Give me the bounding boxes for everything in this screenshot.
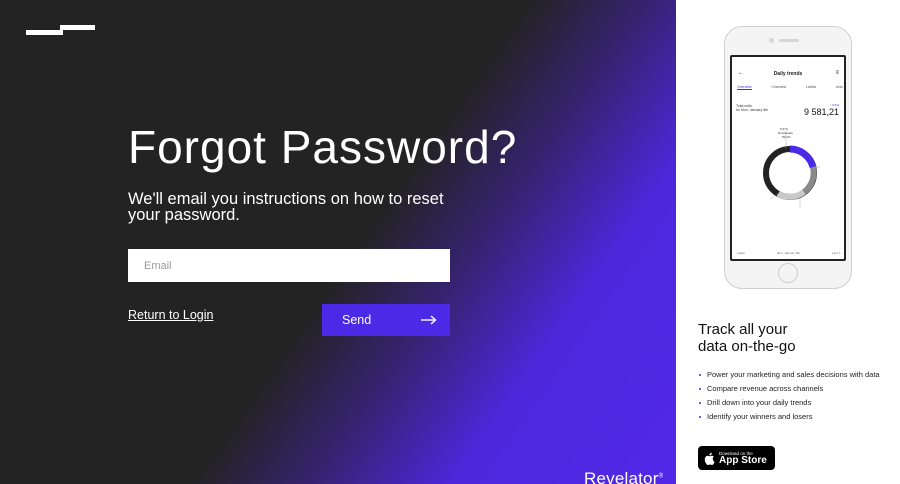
promo-heading: Track all your data on-the-go	[698, 321, 796, 355]
screen-tabs: Overview Channels Labels Artis	[737, 85, 843, 90]
page-title: Forgot Password?	[128, 121, 518, 173]
phone-mockup: ← Daily trends ≡ Overview Channels Label…	[724, 26, 852, 289]
phone-screen: ← Daily trends ≡ Overview Channels Label…	[730, 55, 846, 261]
app-store-button[interactable]: Download on the App Store	[698, 446, 775, 470]
app-store-line2: App Store	[719, 454, 767, 466]
background-gradient	[0, 0, 676, 484]
total-label: Total units for Mon, January 5th	[736, 104, 769, 112]
phone-camera	[769, 38, 774, 43]
phone-home-button	[778, 263, 798, 283]
brand-wordmark: Revelator®	[584, 469, 664, 484]
total-value: 9 581,21	[803, 107, 839, 117]
segment-downloads-pct: 59.2%	[782, 135, 791, 139]
tab-labels: Labels	[805, 85, 817, 89]
screen-title: Daily trends	[773, 71, 803, 77]
feature-item: Drill down into your daily trends	[698, 398, 898, 408]
feature-item: Compare revenue across channels	[698, 384, 898, 394]
return-to-login-link[interactable]: Return to Login	[128, 308, 213, 322]
donut-chart: 5,670 Downloads 59.2%	[763, 127, 820, 207]
tab-artists: Artis	[835, 85, 843, 89]
menu-icon: ≡	[835, 70, 839, 76]
feature-item: Power your marketing and sales decisions…	[698, 370, 898, 380]
phone-speaker	[779, 39, 799, 42]
logo-icon[interactable]	[26, 25, 96, 39]
tab-channels: Channels	[771, 85, 787, 89]
screen-footer: ‹ week Mon, January 5th Last 7 ›	[736, 251, 842, 255]
send-button-label: Send	[342, 313, 372, 327]
apple-icon	[704, 452, 715, 465]
page-subtitle: We'll email you instructions on how to r…	[128, 190, 444, 224]
feature-list: Power your marketing and sales decisions…	[698, 370, 898, 426]
left-panel: Forgot Password? We'll email you instruc…	[0, 0, 676, 484]
promo-panel: ← Daily trends ≡ Overview Channels Label…	[676, 0, 900, 484]
send-button[interactable]: Send	[322, 304, 450, 336]
email-input[interactable]	[128, 249, 450, 282]
arrow-right-icon	[421, 315, 437, 325]
tab-overview: Overview	[737, 85, 752, 90]
feature-item: Identify your winners and losers	[698, 412, 898, 422]
